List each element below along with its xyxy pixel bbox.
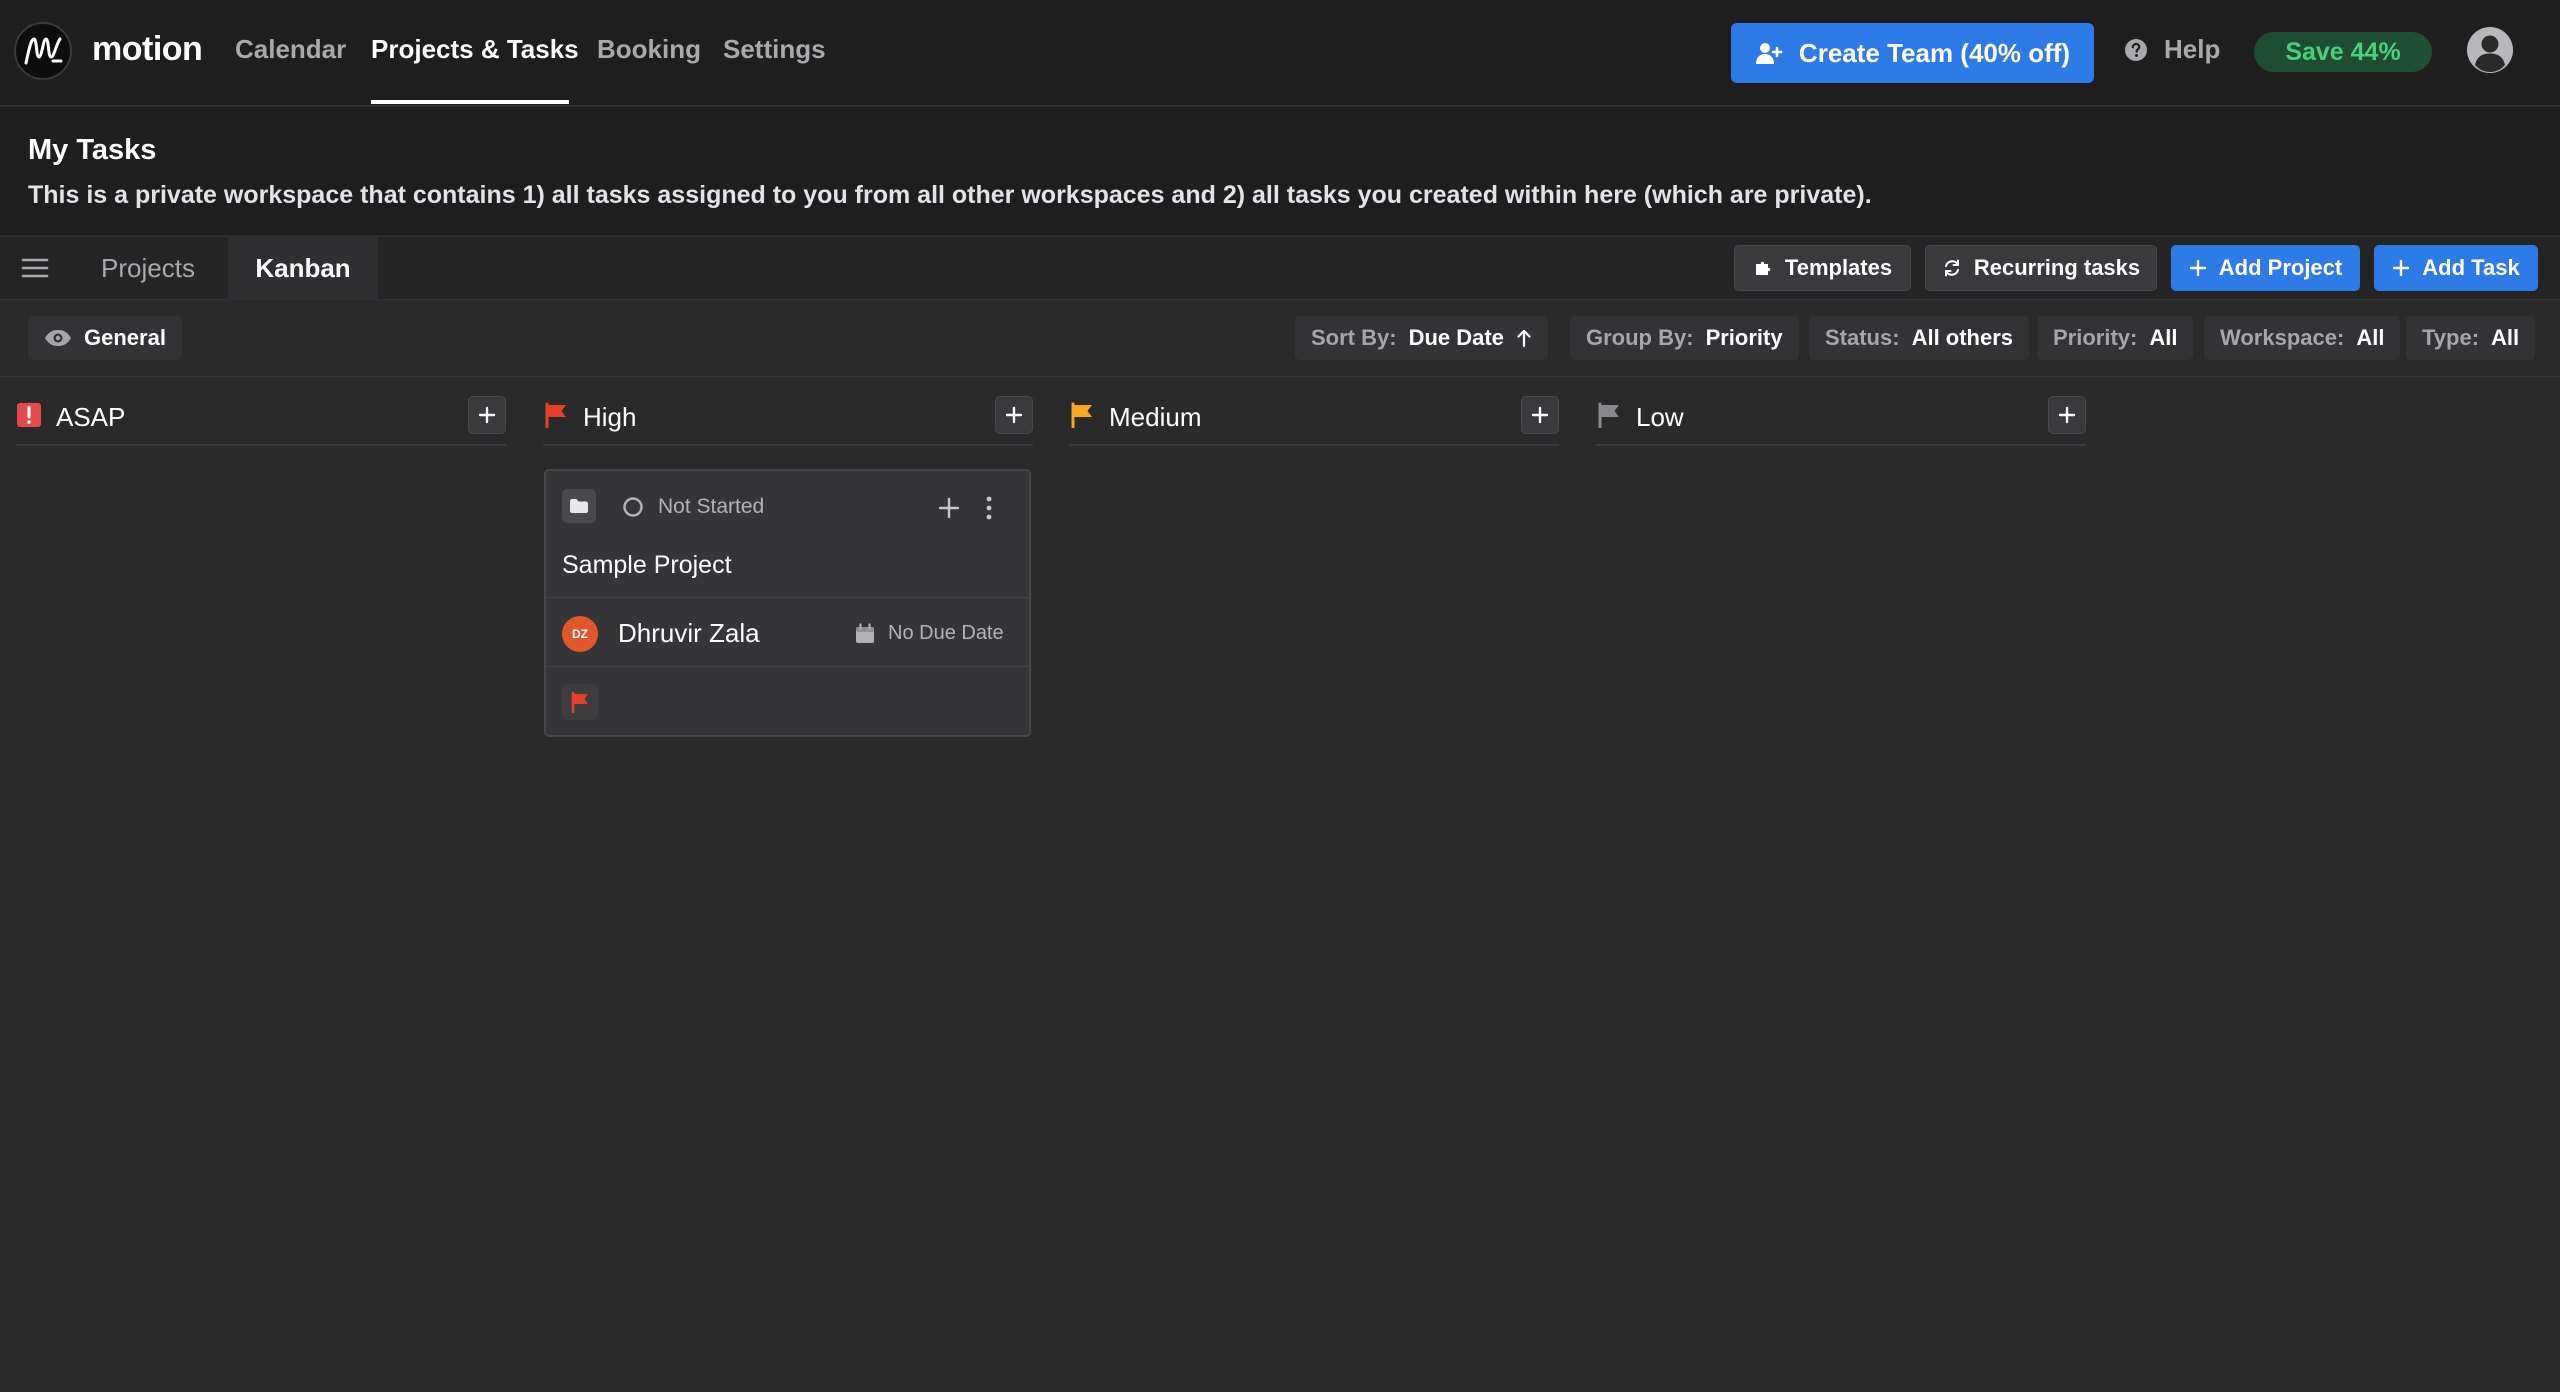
puzzle-piece-icon — [1755, 261, 1771, 275]
type-value: All — [2491, 325, 2520, 350]
page-title: My Tasks — [28, 134, 157, 166]
urgent-exclamation-icon — [17, 403, 41, 427]
type-filter[interactable]: Type: All — [2406, 316, 2536, 360]
view-name: General — [84, 325, 166, 350]
status-filter[interactable]: Status: All others — [1809, 316, 2030, 360]
assignee-name[interactable]: Dhruvir Zala — [618, 618, 760, 649]
help-label: Help — [2164, 34, 2221, 64]
task-status[interactable]: Not Started — [622, 495, 764, 519]
priority-label: Priority: — [2053, 325, 2138, 350]
status-circle-icon — [623, 497, 643, 517]
gray-flag-icon — [1598, 402, 1619, 428]
column-name: Medium — [1109, 402, 1202, 432]
priority-value: All — [2149, 325, 2178, 350]
folder-icon[interactable] — [562, 489, 596, 523]
orange-flag-icon — [1071, 402, 1092, 428]
column-name: ASAP — [56, 402, 126, 432]
priority-filter[interactable]: Priority: All — [2037, 316, 2194, 360]
workspace-value: All — [2356, 325, 2385, 350]
user-avatar-icon[interactable] — [2466, 26, 2514, 74]
column-asap: ASAP — [16, 392, 506, 446]
status-label: Status: — [1825, 325, 1900, 350]
status-value: All others — [1911, 325, 2014, 350]
tab-projects[interactable]: Projects — [72, 236, 224, 300]
help-icon — [2125, 38, 2147, 61]
column-medium: Medium — [1069, 392, 1559, 446]
column-high: High — [543, 392, 1033, 446]
add-task-to-medium-button[interactable] — [1521, 396, 1559, 434]
add-task-label: Add Task — [2422, 255, 2520, 280]
nav-projects-tasks[interactable]: Projects & Tasks — [371, 34, 579, 65]
nav-calendar[interactable]: Calendar — [235, 34, 346, 65]
priority-flag-icon[interactable] — [562, 684, 598, 720]
project-card[interactable]: Not Started Sample Project DZ Dhruvir Za… — [544, 469, 1031, 737]
plus-icon — [2189, 259, 2206, 277]
active-nav-indicator — [371, 100, 569, 104]
templates-button[interactable]: Templates — [1734, 245, 1911, 291]
motion-logo-icon[interactable] — [14, 22, 72, 80]
sort-by-label: Sort By: — [1311, 325, 1397, 350]
plus-icon — [1531, 406, 1549, 424]
due-date[interactable]: No Due Date — [854, 622, 1004, 645]
workspace-label: Workspace: — [2220, 325, 2345, 350]
add-task-to-high-button[interactable] — [995, 396, 1033, 434]
templates-label: Templates — [1784, 255, 1893, 280]
add-project-button[interactable]: Add Project — [2171, 245, 2360, 291]
add-subtask-icon[interactable] — [938, 497, 960, 524]
plus-icon — [478, 406, 496, 424]
calendar-icon — [856, 622, 874, 643]
status-text: Not Started — [658, 495, 765, 518]
nav-booking[interactable]: Booking — [597, 34, 701, 65]
sidebar-toggle-button[interactable] — [0, 236, 70, 300]
recurring-tasks-label: Recurring tasks — [1973, 255, 2141, 280]
view-selector-general[interactable]: General — [28, 316, 182, 360]
save-44-badge[interactable]: Save 44% — [2254, 32, 2432, 72]
add-project-label: Add Project — [2218, 255, 2343, 280]
plus-icon — [1005, 406, 1023, 424]
brand-name[interactable]: motion — [92, 30, 203, 69]
project-title[interactable]: Sample Project — [562, 551, 732, 580]
add-task-button[interactable]: Add Task — [2374, 245, 2538, 291]
create-team-label: Create Team (40% off) — [1798, 37, 2071, 68]
column-name: High — [583, 402, 637, 432]
hamburger-menu-icon — [21, 258, 49, 278]
red-flag-icon — [545, 402, 566, 428]
eye-icon — [45, 330, 71, 346]
assignee-avatar[interactable]: DZ — [562, 616, 598, 652]
page-description: This is a private workspace that contain… — [28, 181, 1872, 209]
sort-by-value: Due Date — [1408, 325, 1504, 350]
help-link[interactable]: Help — [2124, 34, 2220, 65]
add-task-to-asap-button[interactable] — [468, 396, 506, 434]
nav-settings[interactable]: Settings — [723, 34, 826, 65]
add-user-icon — [1755, 43, 1783, 64]
plus-icon — [2058, 406, 2076, 424]
column-low: Low — [1596, 392, 2086, 446]
arrow-up-icon — [1517, 329, 1531, 348]
group-by-filter[interactable]: Group By: Priority — [1570, 316, 1799, 360]
column-name: Low — [1636, 402, 1684, 432]
due-date-text: No Due Date — [888, 622, 1004, 644]
page-header — [0, 107, 2560, 235]
add-task-to-low-button[interactable] — [2048, 396, 2086, 434]
workspace-filter[interactable]: Workspace: All — [2204, 316, 2401, 360]
type-label: Type: — [2422, 325, 2480, 350]
sort-by-filter[interactable]: Sort By: Due Date — [1295, 316, 1548, 360]
recurring-arrows-icon — [1944, 259, 1959, 277]
plus-icon — [2393, 259, 2410, 277]
recurring-tasks-button[interactable]: Recurring tasks — [1925, 245, 2157, 291]
tab-kanban[interactable]: Kanban — [228, 236, 378, 300]
group-by-label: Group By: — [1586, 325, 1694, 350]
group-by-value: Priority — [1705, 325, 1783, 350]
create-team-button[interactable]: Create Team (40% off) — [1731, 23, 2094, 83]
more-options-icon[interactable] — [984, 495, 994, 526]
